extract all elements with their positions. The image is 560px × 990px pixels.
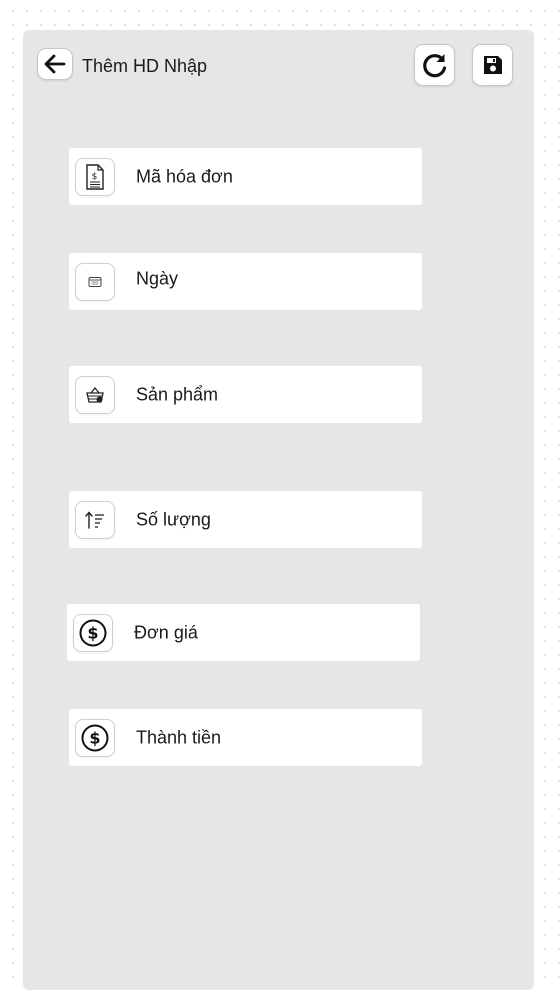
svg-text:$: $ <box>92 172 98 182</box>
arrow-left-icon <box>44 54 66 74</box>
calendar-icon <box>75 262 115 301</box>
invoice-document-icon: $ <box>75 157 115 196</box>
save-button[interactable] <box>472 44 513 86</box>
dollar-circle-icon: $ <box>73 613 113 652</box>
quantity-label: Số lượng <box>136 509 211 529</box>
date-label: Ngày <box>136 268 179 289</box>
svg-text:$: $ <box>87 623 98 642</box>
sort-quantity-icon <box>75 500 115 539</box>
invoice-code-label: Mã hóa đơn <box>136 166 233 186</box>
svg-text:$: $ <box>89 728 100 747</box>
floppy-disk-icon <box>483 56 502 74</box>
refresh-icon <box>422 54 446 78</box>
total-amount-label: Thành tiền <box>136 727 222 747</box>
invoice-code-field[interactable]: $ Mã hóa đơn <box>69 148 422 205</box>
back-button[interactable] <box>37 48 73 80</box>
date-field[interactable]: Ngày <box>69 253 422 310</box>
product-field[interactable]: Sản phẩm <box>69 366 422 423</box>
quantity-field[interactable]: Số lượng <box>69 491 422 548</box>
page-title: Thêm HD Nhập <box>82 56 208 76</box>
product-label: Sản phẩm <box>136 384 219 404</box>
basket-icon <box>75 375 115 414</box>
unit-price-label: Đơn giá <box>134 622 198 642</box>
dollar-circle-icon: $ <box>75 718 115 757</box>
refresh-button[interactable] <box>414 44 455 86</box>
total-amount-field[interactable]: $ Thành tiền <box>69 709 422 766</box>
unit-price-field[interactable]: $ Đơn giá <box>67 604 420 661</box>
